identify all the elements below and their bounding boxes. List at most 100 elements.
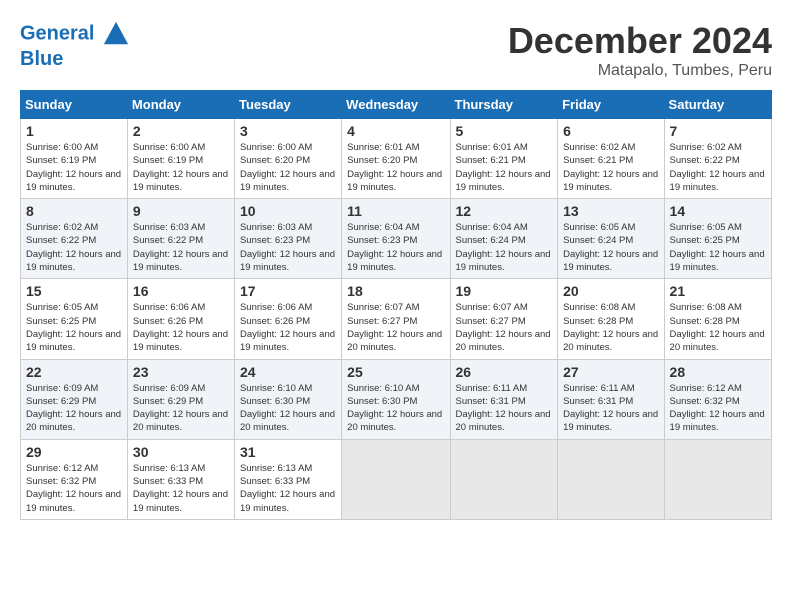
day-info: Sunrise: 6:08 AMSunset: 6:28 PMDaylight:… (670, 302, 765, 353)
calendar-cell: 19 Sunrise: 6:07 AMSunset: 6:27 PMDaylig… (450, 279, 558, 359)
day-info: Sunrise: 6:05 AMSunset: 6:25 PMDaylight:… (26, 302, 121, 353)
day-info: Sunrise: 6:06 AMSunset: 6:26 PMDaylight:… (240, 302, 335, 353)
day-number: 11 (347, 203, 444, 219)
calendar-cell: 26 Sunrise: 6:11 AMSunset: 6:31 PMDaylig… (450, 359, 558, 439)
page-header: General Blue December 2024 Matapalo, Tum… (20, 20, 772, 80)
calendar-cell: 18 Sunrise: 6:07 AMSunset: 6:27 PMDaylig… (342, 279, 450, 359)
month-title: December 2024 (508, 20, 772, 62)
calendar-cell: 1 Sunrise: 6:00 AMSunset: 6:19 PMDayligh… (21, 119, 128, 199)
day-number: 2 (133, 123, 229, 139)
header-tuesday: Tuesday (234, 91, 341, 119)
day-number: 15 (26, 283, 122, 299)
calendar-cell: 17 Sunrise: 6:06 AMSunset: 6:26 PMDaylig… (234, 279, 341, 359)
calendar-cell: 25 Sunrise: 6:10 AMSunset: 6:30 PMDaylig… (342, 359, 450, 439)
calendar-cell: 10 Sunrise: 6:03 AMSunset: 6:23 PMDaylig… (234, 199, 341, 279)
day-number: 4 (347, 123, 444, 139)
calendar-week-row: 8 Sunrise: 6:02 AMSunset: 6:22 PMDayligh… (21, 199, 772, 279)
calendar-cell: 16 Sunrise: 6:06 AMSunset: 6:26 PMDaylig… (127, 279, 234, 359)
day-number: 23 (133, 364, 229, 380)
day-info: Sunrise: 6:11 AMSunset: 6:31 PMDaylight:… (563, 383, 658, 434)
day-number: 5 (456, 123, 553, 139)
header-monday: Monday (127, 91, 234, 119)
day-info: Sunrise: 6:07 AMSunset: 6:27 PMDaylight:… (347, 302, 442, 353)
calendar-cell: 12 Sunrise: 6:04 AMSunset: 6:24 PMDaylig… (450, 199, 558, 279)
calendar-cell (342, 439, 450, 519)
day-info: Sunrise: 6:00 AMSunset: 6:19 PMDaylight:… (133, 142, 228, 193)
calendar-cell: 7 Sunrise: 6:02 AMSunset: 6:22 PMDayligh… (664, 119, 771, 199)
day-info: Sunrise: 6:10 AMSunset: 6:30 PMDaylight:… (347, 383, 442, 434)
day-info: Sunrise: 6:04 AMSunset: 6:24 PMDaylight:… (456, 222, 551, 273)
logo: General Blue (20, 20, 130, 70)
day-number: 19 (456, 283, 553, 299)
calendar-cell: 31 Sunrise: 6:13 AMSunset: 6:33 PMDaylig… (234, 439, 341, 519)
day-info: Sunrise: 6:03 AMSunset: 6:23 PMDaylight:… (240, 222, 335, 273)
day-number: 6 (563, 123, 658, 139)
logo-text: General (20, 20, 130, 48)
calendar-cell: 13 Sunrise: 6:05 AMSunset: 6:24 PMDaylig… (558, 199, 664, 279)
calendar-cell: 2 Sunrise: 6:00 AMSunset: 6:19 PMDayligh… (127, 119, 234, 199)
calendar-week-row: 29 Sunrise: 6:12 AMSunset: 6:32 PMDaylig… (21, 439, 772, 519)
location-title: Matapalo, Tumbes, Peru (508, 62, 772, 80)
logo-text-blue: Blue (20, 48, 130, 70)
calendar-cell: 15 Sunrise: 6:05 AMSunset: 6:25 PMDaylig… (21, 279, 128, 359)
calendar-cell: 3 Sunrise: 6:00 AMSunset: 6:20 PMDayligh… (234, 119, 341, 199)
day-info: Sunrise: 6:10 AMSunset: 6:30 PMDaylight:… (240, 383, 335, 434)
calendar-cell: 9 Sunrise: 6:03 AMSunset: 6:22 PMDayligh… (127, 199, 234, 279)
day-info: Sunrise: 6:01 AMSunset: 6:20 PMDaylight:… (347, 142, 442, 193)
calendar-cell: 24 Sunrise: 6:10 AMSunset: 6:30 PMDaylig… (234, 359, 341, 439)
day-info: Sunrise: 6:02 AMSunset: 6:22 PMDaylight:… (670, 142, 765, 193)
title-block: December 2024 Matapalo, Tumbes, Peru (508, 20, 772, 80)
calendar-cell: 14 Sunrise: 6:05 AMSunset: 6:25 PMDaylig… (664, 199, 771, 279)
day-info: Sunrise: 6:07 AMSunset: 6:27 PMDaylight:… (456, 302, 551, 353)
calendar-cell: 11 Sunrise: 6:04 AMSunset: 6:23 PMDaylig… (342, 199, 450, 279)
day-info: Sunrise: 6:12 AMSunset: 6:32 PMDaylight:… (26, 463, 121, 514)
header-sunday: Sunday (21, 91, 128, 119)
day-info: Sunrise: 6:02 AMSunset: 6:21 PMDaylight:… (563, 142, 658, 193)
day-number: 14 (670, 203, 766, 219)
day-number: 18 (347, 283, 444, 299)
day-info: Sunrise: 6:06 AMSunset: 6:26 PMDaylight:… (133, 302, 228, 353)
day-info: Sunrise: 6:05 AMSunset: 6:24 PMDaylight:… (563, 222, 658, 273)
day-number: 28 (670, 364, 766, 380)
calendar-cell: 6 Sunrise: 6:02 AMSunset: 6:21 PMDayligh… (558, 119, 664, 199)
calendar-cell: 8 Sunrise: 6:02 AMSunset: 6:22 PMDayligh… (21, 199, 128, 279)
day-number: 9 (133, 203, 229, 219)
day-info: Sunrise: 6:03 AMSunset: 6:22 PMDaylight:… (133, 222, 228, 273)
day-number: 10 (240, 203, 336, 219)
day-number: 22 (26, 364, 122, 380)
calendar-week-row: 1 Sunrise: 6:00 AMSunset: 6:19 PMDayligh… (21, 119, 772, 199)
day-number: 25 (347, 364, 444, 380)
day-info: Sunrise: 6:05 AMSunset: 6:25 PMDaylight:… (670, 222, 765, 273)
day-number: 21 (670, 283, 766, 299)
calendar-cell: 22 Sunrise: 6:09 AMSunset: 6:29 PMDaylig… (21, 359, 128, 439)
day-number: 16 (133, 283, 229, 299)
day-info: Sunrise: 6:09 AMSunset: 6:29 PMDaylight:… (133, 383, 228, 434)
calendar-cell (664, 439, 771, 519)
calendar-cell: 28 Sunrise: 6:12 AMSunset: 6:32 PMDaylig… (664, 359, 771, 439)
day-info: Sunrise: 6:04 AMSunset: 6:23 PMDaylight:… (347, 222, 442, 273)
day-info: Sunrise: 6:00 AMSunset: 6:20 PMDaylight:… (240, 142, 335, 193)
header-wednesday: Wednesday (342, 91, 450, 119)
day-number: 13 (563, 203, 658, 219)
day-info: Sunrise: 6:11 AMSunset: 6:31 PMDaylight:… (456, 383, 551, 434)
day-number: 1 (26, 123, 122, 139)
weekday-header-row: Sunday Monday Tuesday Wednesday Thursday… (21, 91, 772, 119)
calendar-cell: 29 Sunrise: 6:12 AMSunset: 6:32 PMDaylig… (21, 439, 128, 519)
header-saturday: Saturday (664, 91, 771, 119)
day-info: Sunrise: 6:09 AMSunset: 6:29 PMDaylight:… (26, 383, 121, 434)
day-number: 7 (670, 123, 766, 139)
day-number: 3 (240, 123, 336, 139)
calendar-cell: 23 Sunrise: 6:09 AMSunset: 6:29 PMDaylig… (127, 359, 234, 439)
calendar-cell: 20 Sunrise: 6:08 AMSunset: 6:28 PMDaylig… (558, 279, 664, 359)
day-number: 12 (456, 203, 553, 219)
day-number: 29 (26, 444, 122, 460)
calendar-week-row: 22 Sunrise: 6:09 AMSunset: 6:29 PMDaylig… (21, 359, 772, 439)
day-info: Sunrise: 6:13 AMSunset: 6:33 PMDaylight:… (133, 463, 228, 514)
calendar-table: Sunday Monday Tuesday Wednesday Thursday… (20, 90, 772, 520)
day-number: 8 (26, 203, 122, 219)
calendar-cell (558, 439, 664, 519)
calendar-cell (450, 439, 558, 519)
day-number: 24 (240, 364, 336, 380)
day-number: 30 (133, 444, 229, 460)
day-number: 27 (563, 364, 658, 380)
